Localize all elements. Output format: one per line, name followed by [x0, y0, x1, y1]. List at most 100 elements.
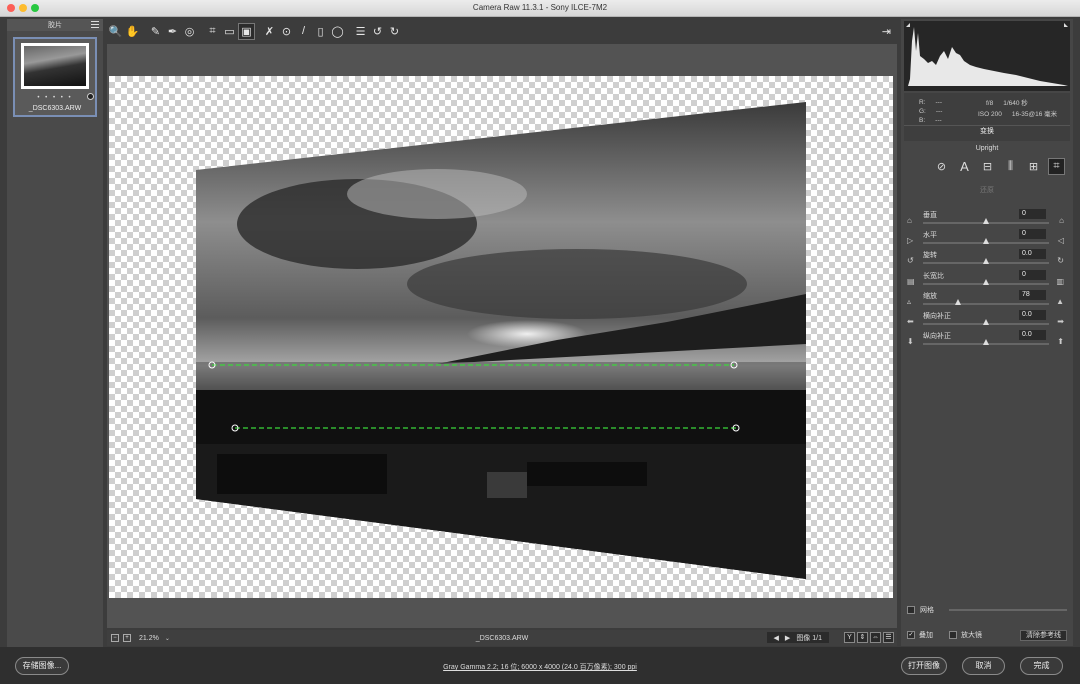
- toggle-settings-button[interactable]: ☰: [883, 632, 894, 643]
- slider-value-input[interactable]: 0: [1019, 269, 1046, 280]
- crop-tool-icon[interactable]: ⌗: [204, 23, 221, 40]
- aperture: f/8: [986, 100, 994, 107]
- slider-value-input[interactable]: 0: [1019, 209, 1046, 219]
- rgb-readout-r: R: ---: [919, 99, 942, 106]
- slider-row: ⬇ 纵向补正 0.0 ⬆: [901, 330, 1073, 350]
- hand-tool-icon[interactable]: ✋: [124, 23, 141, 40]
- overlay-checkbox[interactable]: ✓: [907, 631, 915, 639]
- slider-right-icon: ⬆: [1057, 337, 1064, 347]
- adjustment-brush-tool-icon[interactable]: /: [295, 23, 312, 40]
- straighten-tool-icon[interactable]: ▭: [221, 23, 238, 40]
- rgb-readout-g: G: ---: [919, 108, 943, 115]
- slider-right-icon: ⌂: [1059, 216, 1064, 225]
- next-image-icon[interactable]: ▶: [785, 634, 790, 642]
- slider-right-icon: ▥: [1056, 276, 1064, 286]
- slider-label: 缩放: [923, 292, 937, 300]
- revert-button[interactable]: 还原: [901, 185, 1073, 195]
- slider-thumb[interactable]: [983, 218, 989, 224]
- histogram-curve: [908, 27, 1068, 86]
- edited-badge-icon: [87, 93, 94, 100]
- red-eye-tool-icon[interactable]: ⊙: [278, 23, 295, 40]
- rotate-cw-tool-icon[interactable]: ↻: [386, 23, 403, 40]
- image-canvas[interactable]: [107, 44, 897, 628]
- spot-removal-tool-icon[interactable]: ✗: [261, 23, 278, 40]
- filmstrip-menu-icon[interactable]: [91, 21, 99, 28]
- slider-thumb[interactable]: [983, 318, 989, 325]
- slider-left-icon: ⬇: [907, 337, 914, 347]
- slider-value-input[interactable]: 78: [1019, 289, 1046, 300]
- slider-row: ▤ 长宽比 0 ▥: [901, 269, 1073, 290]
- rgb-readout-b: B: ---: [919, 117, 942, 124]
- open-image-button[interactable]: 打开图像: [901, 657, 947, 675]
- done-button[interactable]: 完成: [1020, 657, 1063, 675]
- slider-right-icon: ↻: [1057, 256, 1064, 266]
- loupe-checkbox[interactable]: [949, 631, 957, 639]
- histogram: [904, 21, 1070, 91]
- preferences-tool-icon[interactable]: ☰: [352, 23, 369, 40]
- grid-checkbox[interactable]: [907, 606, 915, 614]
- bottom-bar: 存储图像... Gray Gamma 2.2; 16 位; 6000 x 400…: [0, 647, 1080, 684]
- slider-right-icon: ▲: [1056, 296, 1064, 306]
- grid-size-slider[interactable]: [949, 609, 1067, 611]
- rotate-ccw-tool-icon[interactable]: ↺: [369, 23, 386, 40]
- color-sampler-tool-icon[interactable]: ✒: [164, 23, 181, 40]
- canvas-status-bar: − + 21.2% ⌄ _DSC6303.ARW ◀ ▶ 图像 1/1 Y ⇕ …: [107, 630, 897, 646]
- upright-off-icon[interactable]: ⊘: [933, 158, 950, 175]
- upright-auto-icon[interactable]: A: [956, 158, 973, 175]
- slider-row: ⌂ 垂直 0 ⌂: [901, 209, 1073, 229]
- slider-value-input[interactable]: 0.0: [1019, 330, 1046, 341]
- transformed-photo: [196, 102, 806, 579]
- slider-right-icon: ➡: [1057, 316, 1064, 326]
- swap-settings-button[interactable]: ⇕: [857, 632, 868, 643]
- slider-label: 水平: [923, 232, 937, 240]
- graduated-filter-tool-icon[interactable]: ▯: [312, 23, 329, 40]
- slider-thumb[interactable]: [983, 339, 989, 346]
- panel-tab-transform[interactable]: 变换: [904, 125, 1070, 137]
- upright-guided-icon[interactable]: ⌗: [1048, 158, 1065, 175]
- thumbnail-image: [21, 43, 89, 89]
- slider-value-input[interactable]: 0.0: [1019, 309, 1046, 320]
- upright-level-icon[interactable]: ⊟: [979, 158, 996, 175]
- slider-row: ▷ 水平 0 ◁: [901, 229, 1073, 249]
- filmstrip-thumbnail[interactable]: • • • • • _DSC6303.ARW: [13, 37, 97, 117]
- slider-row: ▵ 缩放 78 ▲: [901, 289, 1073, 310]
- radial-filter-tool-icon[interactable]: ◯: [329, 23, 346, 40]
- view-buttons: Y ⇕ ⇔ ☰: [842, 632, 894, 643]
- window-title: Camera Raw 11.3.1 - Sony ILCE-7M2: [472, 3, 608, 12]
- slider-thumb[interactable]: [983, 238, 989, 245]
- slider-label: 纵向补正: [923, 333, 951, 341]
- title-bar: Camera Raw 11.3.1 - Sony ILCE-7M2: [0, 0, 1080, 17]
- exif-info: f/8 1/640 秒 ISO 200 16-35@16 毫米: [978, 98, 1057, 120]
- slider-thumb[interactable]: [983, 258, 989, 265]
- cancel-button[interactable]: 取消: [962, 657, 1005, 675]
- slider-right-icon: ◁: [1057, 236, 1064, 246]
- white-balance-tool-icon[interactable]: ✎: [147, 23, 164, 40]
- copy-settings-button[interactable]: ⇔: [870, 632, 881, 643]
- clear-guides-button[interactable]: 清除参考线: [1020, 629, 1067, 641]
- upright-full-icon[interactable]: ⊞: [1025, 158, 1042, 175]
- slider-left-icon: ⬅: [907, 316, 914, 326]
- adjustments-panel: R: --- G: --- B: --- f/8 1/640 秒 ISO 200 16-3…: [901, 19, 1073, 646]
- upright-vertical-icon[interactable]: ⫼: [1002, 158, 1019, 175]
- toggle-fullscreen-icon[interactable]: ⇥: [878, 23, 895, 40]
- toolbar: 🔍 ✋ ✎ ✒ ◎ ⌗ ▭ ▣ ✗ ⊙ / ▯ ◯ ☰ ↺ ↻ ⇥: [107, 20, 897, 42]
- slider-value-input[interactable]: 0: [1019, 229, 1046, 240]
- filmstrip-header: 胶片: [7, 19, 103, 31]
- zoom-tool-icon[interactable]: 🔍: [107, 23, 124, 40]
- slider-thumb[interactable]: [983, 278, 989, 285]
- clipping-warning-highlights-icon: [1064, 23, 1068, 27]
- transform-tool-icon[interactable]: ▣: [238, 22, 255, 40]
- lens: 16-35@16 毫米: [1011, 111, 1058, 118]
- slider-left-icon: ↺: [907, 256, 914, 266]
- rating-dots[interactable]: • • • • •: [15, 95, 95, 101]
- previous-image-icon[interactable]: ◀: [774, 634, 779, 642]
- grid-option: 网格: [907, 605, 1067, 615]
- slider-track[interactable]: [923, 302, 1049, 305]
- before-after-toggle-button[interactable]: Y: [844, 632, 855, 643]
- overlay-options: ✓ 叠加 放大镜 清除参考线: [907, 629, 1067, 641]
- slider-thumb[interactable]: [955, 298, 962, 305]
- upright-modes: ⊘ A ⊟ ⫼ ⊞ ⌗: [933, 158, 1065, 175]
- thumbnail-filename: _DSC6303.ARW: [28, 105, 82, 112]
- targeted-adjustment-tool-icon[interactable]: ◎: [181, 23, 198, 40]
- slider-value-input[interactable]: 0.0: [1019, 249, 1046, 260]
